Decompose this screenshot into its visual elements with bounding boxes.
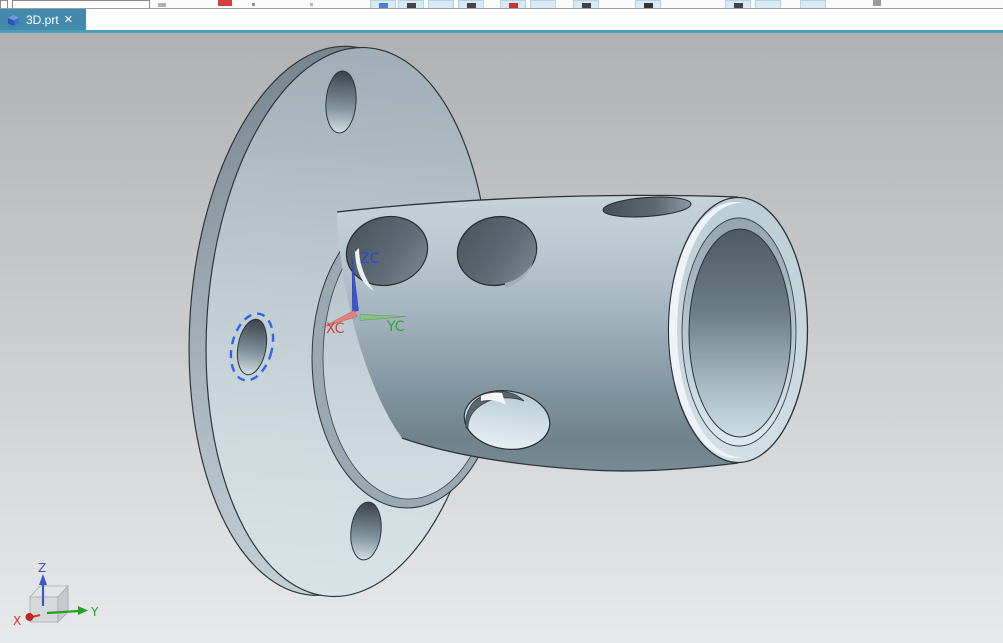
view-x-ball[interactable]	[25, 613, 34, 621]
graphics-viewport[interactable]: ZC XC YC Z Y X	[0, 0, 1003, 643]
view-y-label: Y	[90, 605, 99, 619]
wcs-xc-label: XC	[326, 321, 345, 337]
view-x-label: X	[13, 614, 21, 628]
tube-open-end[interactable]	[667, 196, 809, 464]
tube-bore	[688, 228, 792, 438]
nx-window: { "tab_bar": { "active_tab": { "label": …	[0, 0, 1003, 643]
wcs-zc-label: ZC	[360, 251, 380, 267]
view-z-label: Z	[38, 561, 46, 575]
wcs-yc-label: YC	[386, 319, 405, 335]
